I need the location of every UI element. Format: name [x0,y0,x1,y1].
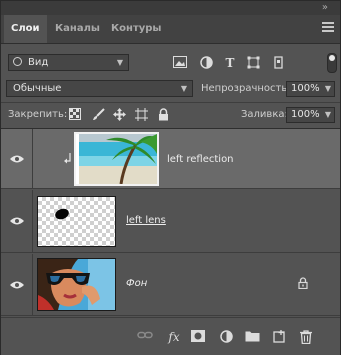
tab-layers[interactable]: Слои [4,15,47,43]
lock-artboard-icon[interactable] [134,108,148,122]
visibility-eye-icon[interactable] [9,154,25,164]
visibility-eye-icon[interactable] [9,280,25,290]
layer-name[interactable]: left reflection [167,154,234,165]
opacity-label: Непрозрачность: [201,83,291,94]
tab-bar: Слои Каналы Контуры [1,15,340,44]
opacity-value: 100% [291,83,320,94]
filter-type-icon[interactable]: T [223,56,237,70]
layer-thumbnail-portrait [37,258,116,311]
layer-row-background[interactable]: Фон [1,254,340,316]
filter-label: Вид [28,57,49,68]
layer-thumbnail-beach [74,132,159,186]
lock-icon [298,277,308,290]
adjustment-layer-icon[interactable] [219,330,233,344]
group-folder-icon[interactable] [244,330,260,344]
panel-title-bar: » [1,1,340,15]
delete-layer-trash-icon[interactable] [299,330,313,345]
layer-filter-select[interactable]: Вид ▼ [8,54,129,71]
layer-row-left-reflection[interactable]: left reflection [1,129,340,189]
fill-label: Заливка: [241,109,288,120]
search-icon [13,57,22,66]
tab-paths[interactable]: Контуры [104,15,168,43]
divider [32,129,33,189]
divider [32,254,33,316]
lock-all-icon[interactable] [156,108,170,122]
blend-mode-value: Обычные [13,83,62,94]
filter-smart-object-icon[interactable] [271,56,285,70]
lock-transparency-icon[interactable] [68,108,82,122]
layers-panel: » Слои Каналы Контуры Вид ▼ T Обычные ▼ … [0,0,341,355]
clipping-mask-arrow-icon [64,153,72,165]
lock-label: Закрепить: [8,109,68,120]
fill-value: 100% [291,109,320,120]
add-mask-icon[interactable] [191,330,205,344]
new-layer-icon[interactable] [272,330,286,344]
lock-position-move-icon[interactable] [112,108,126,122]
visibility-eye-icon[interactable] [9,216,25,226]
filter-toggle[interactable] [327,53,337,73]
filter-adjustment-icon[interactable] [199,56,213,70]
filter-pixel-icon[interactable] [173,56,187,70]
fill-input[interactable]: 100% ▼ [286,107,335,123]
divider [32,190,33,253]
lock-pixels-brush-icon[interactable] [91,108,105,122]
chevron-down-icon: ▼ [324,110,331,119]
blend-mode-select[interactable]: Обычные ▼ [6,80,193,97]
tab-channels[interactable]: Каналы [48,15,107,43]
chevron-down-icon: ▼ [324,84,331,93]
layer-style-fx-icon[interactable]: fx [165,330,183,344]
collapse-icon[interactable]: » [322,2,328,13]
link-layers-icon[interactable] [137,330,153,344]
layers-bottom-toolbar: fx [1,317,340,355]
filter-shape-icon[interactable] [246,56,260,70]
layer-row-left-lens[interactable]: left lens [1,190,340,253]
opacity-input[interactable]: 100% ▼ [286,81,335,97]
layers-list: left reflection left lens Фон [1,129,340,316]
chevron-down-icon: ▼ [116,58,123,67]
chevron-down-icon: ▼ [180,84,187,93]
panel-menu-icon[interactable] [322,22,334,34]
divider [1,102,340,103]
layer-name[interactable]: left lens [126,215,166,226]
layer-thumbnail-lens [37,196,116,247]
layer-name[interactable]: Фон [126,278,147,289]
